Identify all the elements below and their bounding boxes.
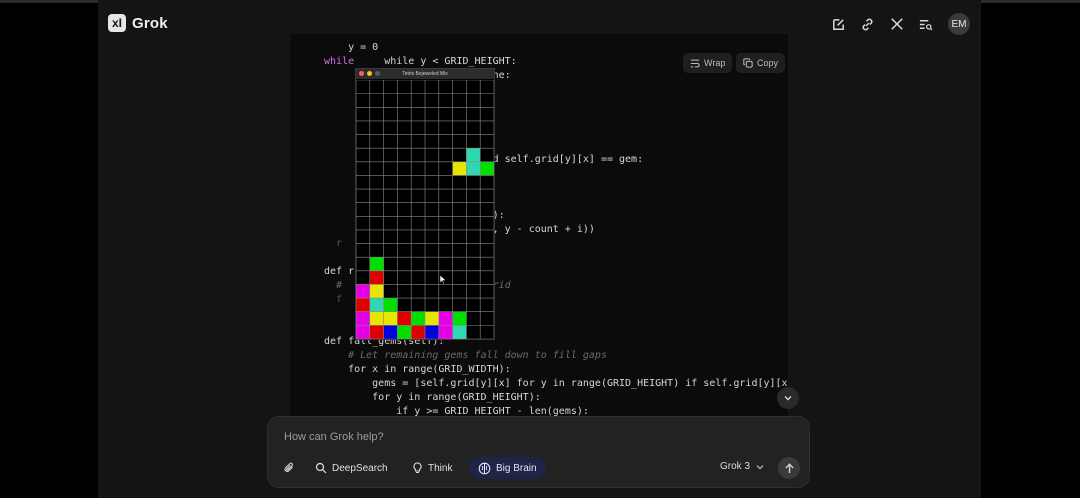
gem-block: [425, 311, 439, 326]
gem-block: [397, 311, 412, 326]
gem-block: [356, 284, 370, 299]
gem-block: [369, 298, 384, 312]
gem-block: [466, 148, 481, 162]
copy-button[interactable]: Copy: [736, 53, 786, 73]
chevron-down-icon: [784, 396, 792, 401]
gem-block: [438, 325, 453, 339]
history-search-icon[interactable]: [917, 16, 934, 33]
lightbulb-icon: [413, 462, 422, 474]
gem-block: [369, 257, 384, 271]
send-button[interactable]: [778, 457, 800, 479]
search-icon: [315, 462, 327, 474]
code-line: # Let remaining gems fall down to fill g…: [324, 350, 607, 361]
game-title: Tetris Bejeweled Mix: [402, 71, 448, 77]
game-titlebar[interactable]: Tetris Bejeweled Mix: [356, 69, 494, 79]
brain-icon: [478, 462, 491, 474]
wrap-button[interactable]: Wrap: [683, 53, 733, 73]
think-button[interactable]: Think: [403, 457, 461, 479]
gem-block: [452, 311, 467, 326]
grok-logo-icon: xI: [108, 14, 126, 32]
think-label: Think: [428, 462, 453, 474]
chat-input[interactable]: How can Grok help?: [284, 431, 384, 443]
gem-block: [452, 325, 467, 339]
gem-block: [369, 284, 384, 299]
gem-block: [425, 325, 439, 339]
gem-block: [383, 311, 398, 326]
header-actions: EM: [830, 13, 970, 35]
gem-block: [452, 161, 467, 176]
new-chat-icon[interactable]: [830, 16, 847, 33]
x-logo-icon[interactable]: [888, 16, 905, 33]
wrap-label: Wrap: [704, 58, 726, 68]
gem-block: [369, 270, 384, 285]
code-line: gems = [self.grid[y][x] for y in range(G…: [324, 378, 788, 389]
code-line: for y in range(GRID_HEIGHT):: [324, 392, 541, 403]
gem-block: [356, 311, 370, 326]
gem-block: [383, 298, 398, 312]
deepsearch-label: DeepSearch: [332, 462, 388, 474]
game-window[interactable]: Tetris Bejeweled Mix: [355, 68, 495, 340]
avatar[interactable]: EM: [948, 13, 970, 35]
code-line: if y >= GRID_HEIGHT - len(gems):: [324, 406, 589, 416]
code-line: r: [324, 238, 343, 249]
gem-block: [397, 325, 412, 339]
code-line: f: [324, 294, 343, 305]
copy-icon: [743, 58, 753, 68]
gem-block: [356, 325, 370, 339]
code-line: while while y < GRID_HEIGHT:: [324, 56, 517, 67]
grok-logo[interactable]: xI Grok: [108, 14, 168, 32]
bigbrain-button[interactable]: Big Brain: [469, 457, 546, 479]
code-line: y = 0: [324, 42, 379, 53]
scroll-down-button[interactable]: [777, 387, 799, 409]
bigbrain-label: Big Brain: [496, 462, 537, 474]
arrow-up-icon: [784, 462, 794, 473]
gem-block: [411, 311, 425, 326]
gem-block: [438, 311, 453, 326]
chevron-down-icon: [756, 464, 764, 469]
gem-block: [369, 325, 384, 339]
model-selector[interactable]: Grok 3: [720, 461, 764, 472]
share-link-icon[interactable]: [859, 16, 876, 33]
chat-composer[interactable]: How can Grok help? DeepSearch Think Big …: [267, 416, 810, 488]
app-name: Grok: [132, 14, 168, 32]
gem-block: [356, 298, 370, 312]
wrap-icon: [690, 59, 700, 67]
deepsearch-button[interactable]: DeepSearch: [306, 457, 397, 479]
paperclip-icon: [284, 462, 293, 473]
gem-block: [411, 325, 425, 339]
gem-block: [466, 161, 481, 176]
attach-button[interactable]: [280, 459, 298, 477]
code-line: while y < GRID_HEIGHT:: [360, 56, 517, 67]
copy-label: Copy: [757, 58, 779, 68]
model-label: Grok 3: [720, 461, 751, 472]
mouse-cursor-icon: [439, 275, 447, 285]
gem-block: [383, 325, 398, 339]
code-line: for x in range(GRID_WIDTH):: [324, 364, 511, 375]
game-board: [356, 80, 494, 339]
gem-block: [369, 311, 384, 326]
gem-block: [480, 161, 494, 176]
